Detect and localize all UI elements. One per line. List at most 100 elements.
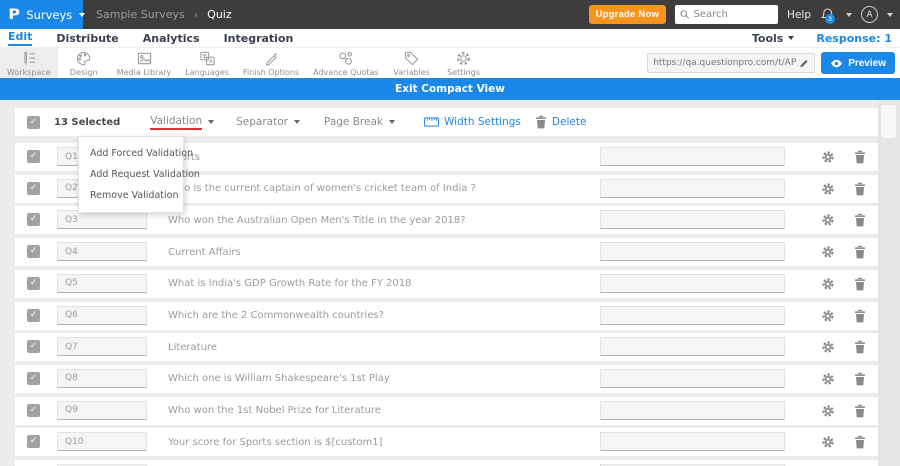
nav-tab-integration[interactable]: Integration xyxy=(224,32,294,45)
toolbar-item-workspace[interactable]: Workspace xyxy=(0,48,58,78)
row-delete-trash-icon[interactable] xyxy=(854,340,866,354)
upgrade-now-button[interactable]: Upgrade Now xyxy=(588,5,667,24)
response-count-link[interactable]: Response: 1 xyxy=(816,32,892,45)
question-answer-input[interactable] xyxy=(600,273,785,293)
toolbar-right: Preview xyxy=(647,48,900,78)
width-settings-button[interactable]: Width Settings xyxy=(424,116,521,128)
select-all-checkbox[interactable]: ✓ xyxy=(27,115,40,129)
row-delete-trash-icon[interactable] xyxy=(854,372,866,386)
help-link[interactable]: Help xyxy=(787,9,811,21)
question-answer-input[interactable] xyxy=(600,178,785,198)
question-answer-input[interactable] xyxy=(600,337,785,357)
row-settings-gear-icon[interactable] xyxy=(821,150,835,164)
exit-compact-view-button[interactable]: Exit Compact View xyxy=(395,83,505,95)
preview-button[interactable]: Preview xyxy=(821,52,895,74)
question-answer-input[interactable] xyxy=(600,147,785,166)
nav-tab-distribute[interactable]: Distribute xyxy=(56,32,118,45)
question-code-input[interactable] xyxy=(57,368,147,388)
chevron-down-icon[interactable] xyxy=(846,12,852,17)
toolbar-item-variables[interactable]: Variables xyxy=(386,48,438,78)
toolbar-item-finish-options[interactable]: Finish Options xyxy=(236,48,306,78)
survey-url-box[interactable] xyxy=(647,53,816,73)
tools-menu[interactable]: Tools xyxy=(752,32,795,45)
row-delete-trash-icon[interactable] xyxy=(854,182,866,196)
row-checkbox[interactable]: ✓ xyxy=(27,371,40,385)
row-settings-gear-icon[interactable] xyxy=(821,213,835,227)
row-checkbox[interactable]: ✓ xyxy=(27,245,40,259)
avatar[interactable]: A xyxy=(861,6,878,23)
toolbar-item-media-library[interactable]: Media Library xyxy=(110,48,179,78)
validation-menu-item[interactable]: Add Forced Validation xyxy=(79,143,193,164)
question-text: Who won the 1st Nobel Prize for Literatu… xyxy=(168,405,381,417)
question-answer-input[interactable] xyxy=(600,210,785,230)
separator-menu-trigger[interactable]: Separator xyxy=(236,116,300,128)
toolbar-item-label: Media Library xyxy=(116,67,172,77)
row-settings-gear-icon[interactable] xyxy=(821,245,835,259)
question-text: Which one is William Shakespeare's 1st P… xyxy=(168,373,390,385)
row-delete-trash-icon[interactable] xyxy=(854,213,866,227)
top-bar: P Surveys Sample Surveys › Quiz Upgrade … xyxy=(0,0,900,29)
survey-url-input[interactable] xyxy=(653,58,797,68)
row-settings-gear-icon[interactable] xyxy=(821,182,835,196)
question-answer-input[interactable] xyxy=(600,400,785,420)
question-answer-input[interactable] xyxy=(600,242,785,262)
search-box[interactable] xyxy=(675,5,779,24)
row-delete-trash-icon[interactable] xyxy=(854,245,866,259)
row-checkbox[interactable]: ✓ xyxy=(27,150,40,163)
question-code-input[interactable] xyxy=(57,305,147,325)
toolbar-item-settings[interactable]: Settings xyxy=(438,48,490,78)
toolbar-item-languages[interactable]: A Languages xyxy=(178,48,236,78)
eye-icon xyxy=(831,59,843,67)
row-settings-gear-icon[interactable] xyxy=(821,340,835,354)
nav-tab-edit[interactable]: Edit xyxy=(8,30,33,46)
edit-pencil-icon[interactable] xyxy=(799,58,809,69)
surveys-app-menu[interactable]: P Surveys xyxy=(0,0,86,29)
row-settings-gear-icon[interactable] xyxy=(821,309,835,323)
row-delete-trash-icon[interactable] xyxy=(854,435,866,449)
nav-tab-analytics[interactable]: Analytics xyxy=(143,32,200,45)
validation-menu-item[interactable]: Remove Validation xyxy=(79,185,183,206)
question-answer-input[interactable] xyxy=(600,432,785,452)
row-checkbox[interactable]: ✓ xyxy=(27,435,40,449)
scrollbar-thumb[interactable] xyxy=(881,105,896,138)
question-row: ✓ Literature xyxy=(15,333,878,362)
row-checkbox[interactable]: ✓ xyxy=(27,213,40,227)
toolbar-item-design[interactable]: Design xyxy=(58,48,110,78)
validation-menu-item[interactable]: Add Request Validation xyxy=(79,164,200,185)
question-code-input[interactable] xyxy=(57,432,147,452)
question-answer-input[interactable] xyxy=(600,305,785,325)
breadcrumb-parent[interactable]: Sample Surveys xyxy=(96,8,185,21)
question-code-input[interactable] xyxy=(57,400,147,420)
delete-selected-button[interactable]: Delete xyxy=(535,115,586,129)
row-checkbox[interactable]: ✓ xyxy=(27,403,40,417)
notifications-button[interactable]: 3 xyxy=(820,6,837,24)
question-code-input[interactable] xyxy=(57,210,147,230)
row-checkbox[interactable]: ✓ xyxy=(27,308,40,322)
toolbar-item-advance-quotas[interactable]: Advance Quotas xyxy=(306,48,385,78)
row-delete-trash-icon[interactable] xyxy=(854,404,866,418)
validation-menu-trigger[interactable]: Validation xyxy=(150,115,215,130)
row-settings-gear-icon[interactable] xyxy=(821,372,835,386)
row-delete-trash-icon[interactable] xyxy=(854,277,866,291)
question-text: Who is the current captain of women's cr… xyxy=(168,183,476,195)
search-input[interactable] xyxy=(693,9,774,20)
row-settings-gear-icon[interactable] xyxy=(821,435,835,449)
notification-count-badge: 3 xyxy=(825,14,835,24)
question-answer-input[interactable] xyxy=(600,368,785,388)
question-code-input[interactable] xyxy=(57,337,147,357)
row-checkbox[interactable]: ✓ xyxy=(27,181,40,195)
row-checkbox[interactable]: ✓ xyxy=(27,340,40,354)
row-settings-gear-icon[interactable] xyxy=(821,277,835,291)
scrollbar-track[interactable] xyxy=(878,100,900,466)
magic-pen-icon xyxy=(265,51,278,66)
page-break-menu-trigger[interactable]: Page Break xyxy=(324,116,395,128)
row-delete-trash-icon[interactable] xyxy=(854,309,866,323)
question-code-input[interactable] xyxy=(57,273,147,293)
ruler-icon xyxy=(424,117,439,127)
question-code-input[interactable] xyxy=(57,242,147,262)
row-delete-trash-icon[interactable] xyxy=(854,150,866,164)
chevron-down-icon[interactable] xyxy=(887,12,893,17)
breadcrumb-separator-icon: › xyxy=(193,8,199,21)
row-checkbox[interactable]: ✓ xyxy=(27,276,40,290)
row-settings-gear-icon[interactable] xyxy=(821,404,835,418)
